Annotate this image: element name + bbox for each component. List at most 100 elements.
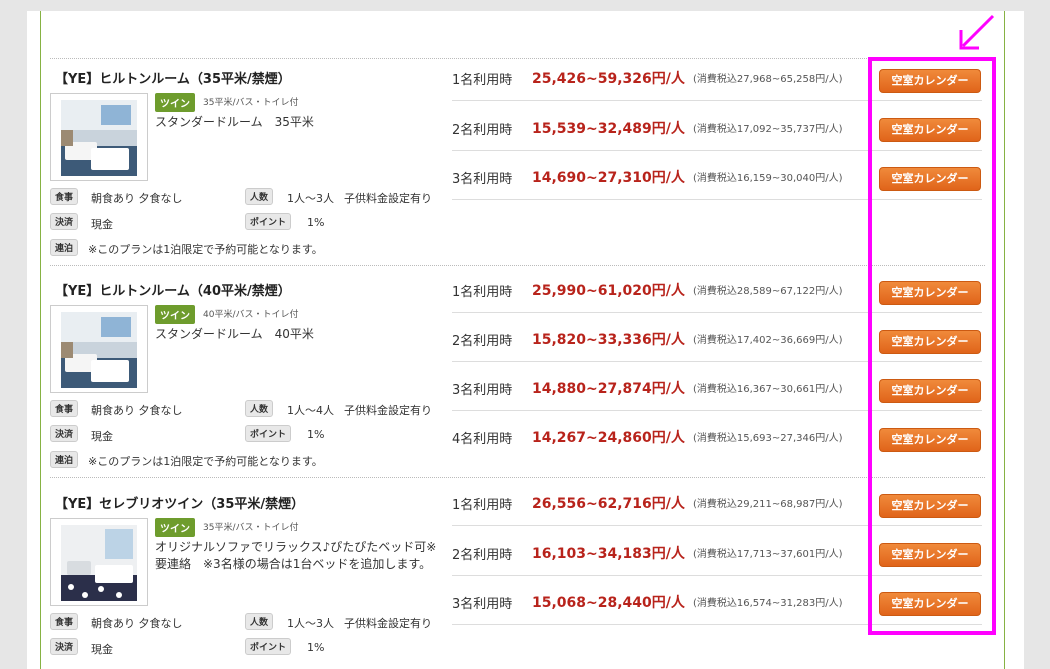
rate-divider — [452, 525, 982, 526]
child-fee-value: 子供料金設定有り — [344, 192, 432, 205]
plan-card: 【YE】ヒルトンルーム（35平米/禁煙） ツイン 35平米/バス・トイレ付 スタ… — [50, 59, 985, 266]
plan-title[interactable]: 【YE】ヒルトンルーム（40平米/禁煙） — [55, 280, 291, 299]
vacancy-calendar-button[interactable]: 空室カレンダー — [879, 592, 981, 616]
rate-divider — [452, 199, 982, 200]
vacancy-calendar-button[interactable]: 空室カレンダー — [879, 330, 981, 354]
rate-price: 15,539~32,489円/人 — [532, 121, 685, 137]
payment-value: 現金 — [91, 430, 113, 443]
room-image — [61, 100, 137, 176]
rate-persons: 2名利用時 — [452, 334, 513, 349]
stay-tag: 連泊 — [50, 451, 79, 468]
rate-tax-note: (消費税込16,574~31,283円/人) — [693, 598, 843, 609]
rate-price: 25,426~59,326円/人 — [532, 71, 685, 87]
people-value: 1人～3人 — [287, 192, 334, 205]
room-description: スタンダードルーム 35平米 — [155, 115, 314, 129]
meal-value: 朝食あり 夕食なし — [91, 404, 183, 417]
stay-value: ※このプランは1泊限定で予約可能となります。 — [88, 455, 323, 468]
rate-divider — [452, 624, 982, 625]
rate-price: 15,820~33,336円/人 — [532, 332, 685, 348]
rate-tax-note: (消費税込17,092~35,737円/人) — [693, 124, 843, 135]
rate-price: 25,990~61,020円/人 — [532, 283, 685, 299]
room-image — [61, 312, 137, 388]
people-tag: 人数 — [245, 400, 274, 417]
room-spec: 35平米/バス・トイレ付 — [203, 98, 299, 108]
points-tag: ポイント — [245, 638, 292, 655]
vacancy-calendar-button[interactable]: 空室カレンダー — [879, 167, 981, 191]
rate-tax-note: (消費税込15,693~27,346円/人) — [693, 433, 843, 444]
child-fee-value: 子供料金設定有り — [344, 617, 432, 630]
rate-persons: 2名利用時 — [452, 123, 513, 138]
plan-title[interactable]: 【YE】ヒルトンルーム（35平米/禁煙） — [55, 68, 291, 87]
people-value: 1人～3人 — [287, 617, 334, 630]
room-image — [61, 525, 137, 601]
payment-tag: 決済 — [50, 213, 79, 230]
room-type-badge: ツイン — [155, 518, 195, 537]
rate-persons: 3名利用時 — [452, 383, 513, 398]
vacancy-calendar-button[interactable]: 空室カレンダー — [879, 543, 981, 567]
room-type-badge: ツイン — [155, 305, 195, 324]
room-photo[interactable] — [50, 518, 148, 606]
points-value: 1% — [307, 641, 325, 654]
rate-persons: 3名利用時 — [452, 172, 513, 187]
room-spec: 40平米/バス・トイレ付 — [203, 310, 299, 320]
rate-tax-note: (消費税込27,968~65,258円/人) — [693, 74, 843, 85]
stay-tag: 連泊 — [50, 239, 79, 256]
payment-value: 現金 — [91, 643, 113, 656]
room-description: スタンダードルーム 40平米 — [155, 327, 314, 341]
rate-tax-note: (消費税込17,402~36,669円/人) — [693, 335, 843, 346]
payment-value: 現金 — [91, 218, 113, 231]
room-description: オリジナルソファでリラックス♪ぴたぴたベッド可※要連絡 ※3名様の場合は1台ベッ… — [155, 540, 437, 571]
rate-persons: 1名利用時 — [452, 285, 513, 300]
room-photo[interactable] — [50, 305, 148, 393]
meal-tag: 食事 — [50, 400, 79, 417]
points-value: 1% — [307, 216, 325, 229]
rate-tax-note: (消費税込17,713~37,601円/人) — [693, 549, 843, 560]
arrow-down-left-icon — [959, 14, 995, 50]
room-spec: 35平米/バス・トイレ付 — [203, 523, 299, 533]
vacancy-calendar-button[interactable]: 空室カレンダー — [879, 281, 981, 305]
rate-persons: 1名利用時 — [452, 73, 513, 88]
vacancy-calendar-button[interactable]: 空室カレンダー — [879, 494, 981, 518]
rate-price: 14,880~27,874円/人 — [532, 381, 685, 397]
stay-value: ※このプランは1泊限定で予約可能となります。 — [88, 243, 323, 256]
room-type-badge: ツイン — [155, 93, 195, 112]
vacancy-calendar-button[interactable]: 空室カレンダー — [879, 118, 981, 142]
people-value: 1人～4人 — [287, 404, 334, 417]
meal-value: 朝食あり 夕食なし — [91, 192, 183, 205]
rate-tax-note: (消費税込16,159~30,040円/人) — [693, 173, 843, 184]
rate-tax-note: (消費税込29,211~68,987円/人) — [693, 499, 843, 510]
points-tag: ポイント — [245, 425, 292, 442]
rate-price: 26,556~62,716円/人 — [532, 496, 685, 512]
plan-divider — [50, 265, 985, 266]
payment-tag: 決済 — [50, 638, 79, 655]
left-border-line — [40, 11, 41, 669]
payment-tag: 決済 — [50, 425, 79, 442]
rate-divider — [452, 361, 982, 362]
plan-divider — [50, 477, 985, 478]
points-value: 1% — [307, 428, 325, 441]
meal-tag: 食事 — [50, 613, 79, 630]
rate-divider — [452, 410, 982, 411]
meal-tag: 食事 — [50, 188, 79, 205]
vacancy-calendar-button[interactable]: 空室カレンダー — [879, 379, 981, 403]
plan-card: 【YE】ヒルトンルーム（40平米/禁煙） ツイン 40平米/バス・トイレ付 スタ… — [50, 271, 985, 478]
plan-title[interactable]: 【YE】セレブリオツイン（35平米/禁煙） — [55, 493, 304, 512]
room-photo[interactable] — [50, 93, 148, 181]
rate-persons: 2名利用時 — [452, 548, 513, 563]
rate-price: 15,068~28,440円/人 — [532, 595, 685, 611]
points-tag: ポイント — [245, 213, 292, 230]
rate-divider — [452, 100, 982, 101]
rate-price: 16,103~34,183円/人 — [532, 546, 685, 562]
rate-price: 14,267~24,860円/人 — [532, 430, 685, 446]
rate-divider — [452, 150, 982, 151]
rate-divider — [452, 575, 982, 576]
rate-persons: 4名利用時 — [452, 432, 513, 447]
meal-value: 朝食あり 夕食なし — [91, 617, 183, 630]
plan-card: 【YE】セレブリオツイン（35平米/禁煙） ツイン 35平米/バス・トイレ付 オ… — [50, 484, 985, 669]
rate-price: 14,690~27,310円/人 — [532, 170, 685, 186]
vacancy-calendar-button[interactable]: 空室カレンダー — [879, 69, 981, 93]
people-tag: 人数 — [245, 613, 274, 630]
child-fee-value: 子供料金設定有り — [344, 404, 432, 417]
vacancy-calendar-button[interactable]: 空室カレンダー — [879, 428, 981, 452]
right-border-line — [1004, 11, 1005, 669]
